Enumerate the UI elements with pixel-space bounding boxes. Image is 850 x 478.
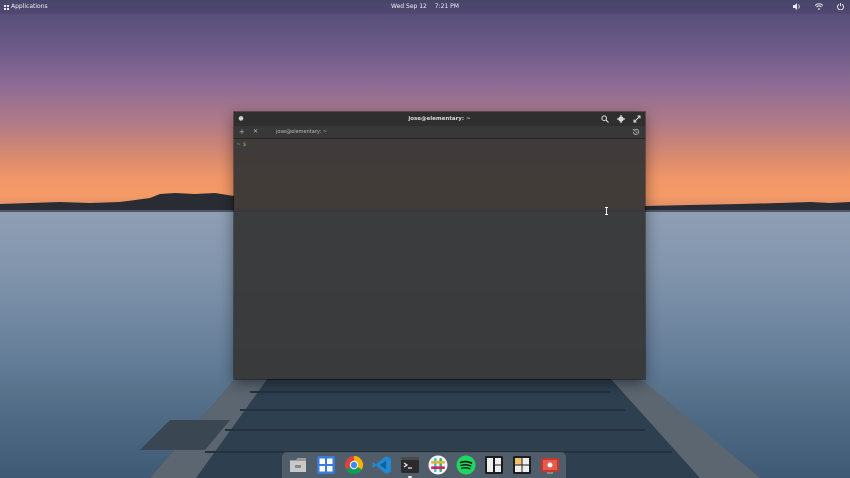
titlebar-actions: [601, 115, 641, 123]
tab-active[interactable]: jose@elementary: ~: [276, 126, 327, 138]
volume-icon[interactable]: [793, 3, 801, 10]
tiling-icon: [485, 456, 503, 474]
recorder-icon: [541, 458, 559, 474]
appcenter-icon: [317, 456, 335, 474]
new-tab-button[interactable]: +: [239, 126, 245, 138]
close-tab-button[interactable]: ✕: [253, 126, 258, 138]
maximize-button[interactable]: [633, 115, 641, 123]
terminal-tabbar: + ✕ jose@elementary: ~: [234, 126, 645, 139]
power-icon[interactable]: [837, 3, 844, 10]
panel-clock[interactable]: Wed Sep 12 7:21 PM: [0, 0, 850, 14]
boards-icon: [513, 456, 531, 474]
panel-indicators: [793, 3, 844, 10]
dock-item-spotify[interactable]: [456, 455, 476, 475]
history-icon[interactable]: [632, 128, 640, 136]
terminal-window[interactable]: ● jose@elementary: ~ + ✕ jose@elementary…: [234, 112, 645, 379]
network-icon[interactable]: [815, 3, 823, 10]
dock-item-appcenter[interactable]: [316, 455, 336, 475]
terminal-output-area[interactable]: ~ $: [234, 139, 645, 379]
terminal-titlebar[interactable]: ● jose@elementary: ~: [234, 112, 645, 126]
dock-item-slack[interactable]: [428, 455, 448, 475]
settings-button[interactable]: [617, 115, 625, 123]
clock-date: Wed Sep 12: [391, 3, 427, 10]
dock-item-chrome[interactable]: [344, 455, 364, 475]
dock-item-boards[interactable]: [512, 455, 532, 475]
terminal-icon: [401, 457, 419, 473]
dock-item-recorder[interactable]: [540, 455, 560, 475]
clock-time: 7:21 PM: [434, 3, 459, 10]
shell-prompt: ~ $: [237, 142, 247, 148]
search-button[interactable]: [601, 115, 609, 123]
dock-item-files[interactable]: [288, 455, 308, 475]
slack-icon: [428, 455, 448, 475]
vscode-icon: [372, 456, 391, 474]
files-icon: [290, 458, 306, 472]
dock-item-tiling[interactable]: [484, 455, 504, 475]
search-icon: [601, 115, 609, 123]
top-panel: Applications Wed Sep 12 7:21 PM: [0, 0, 850, 14]
spotify-icon: [456, 455, 476, 475]
chrome-icon: [345, 456, 364, 475]
dock-item-terminal[interactable]: [400, 455, 420, 478]
ibeam-cursor-icon: [605, 207, 608, 215]
dock-item-vscode[interactable]: [372, 455, 392, 475]
maximize-icon: [633, 115, 641, 123]
gear-icon: [617, 115, 625, 123]
dock: [282, 452, 566, 478]
window-title: jose@elementary: ~: [408, 116, 471, 122]
